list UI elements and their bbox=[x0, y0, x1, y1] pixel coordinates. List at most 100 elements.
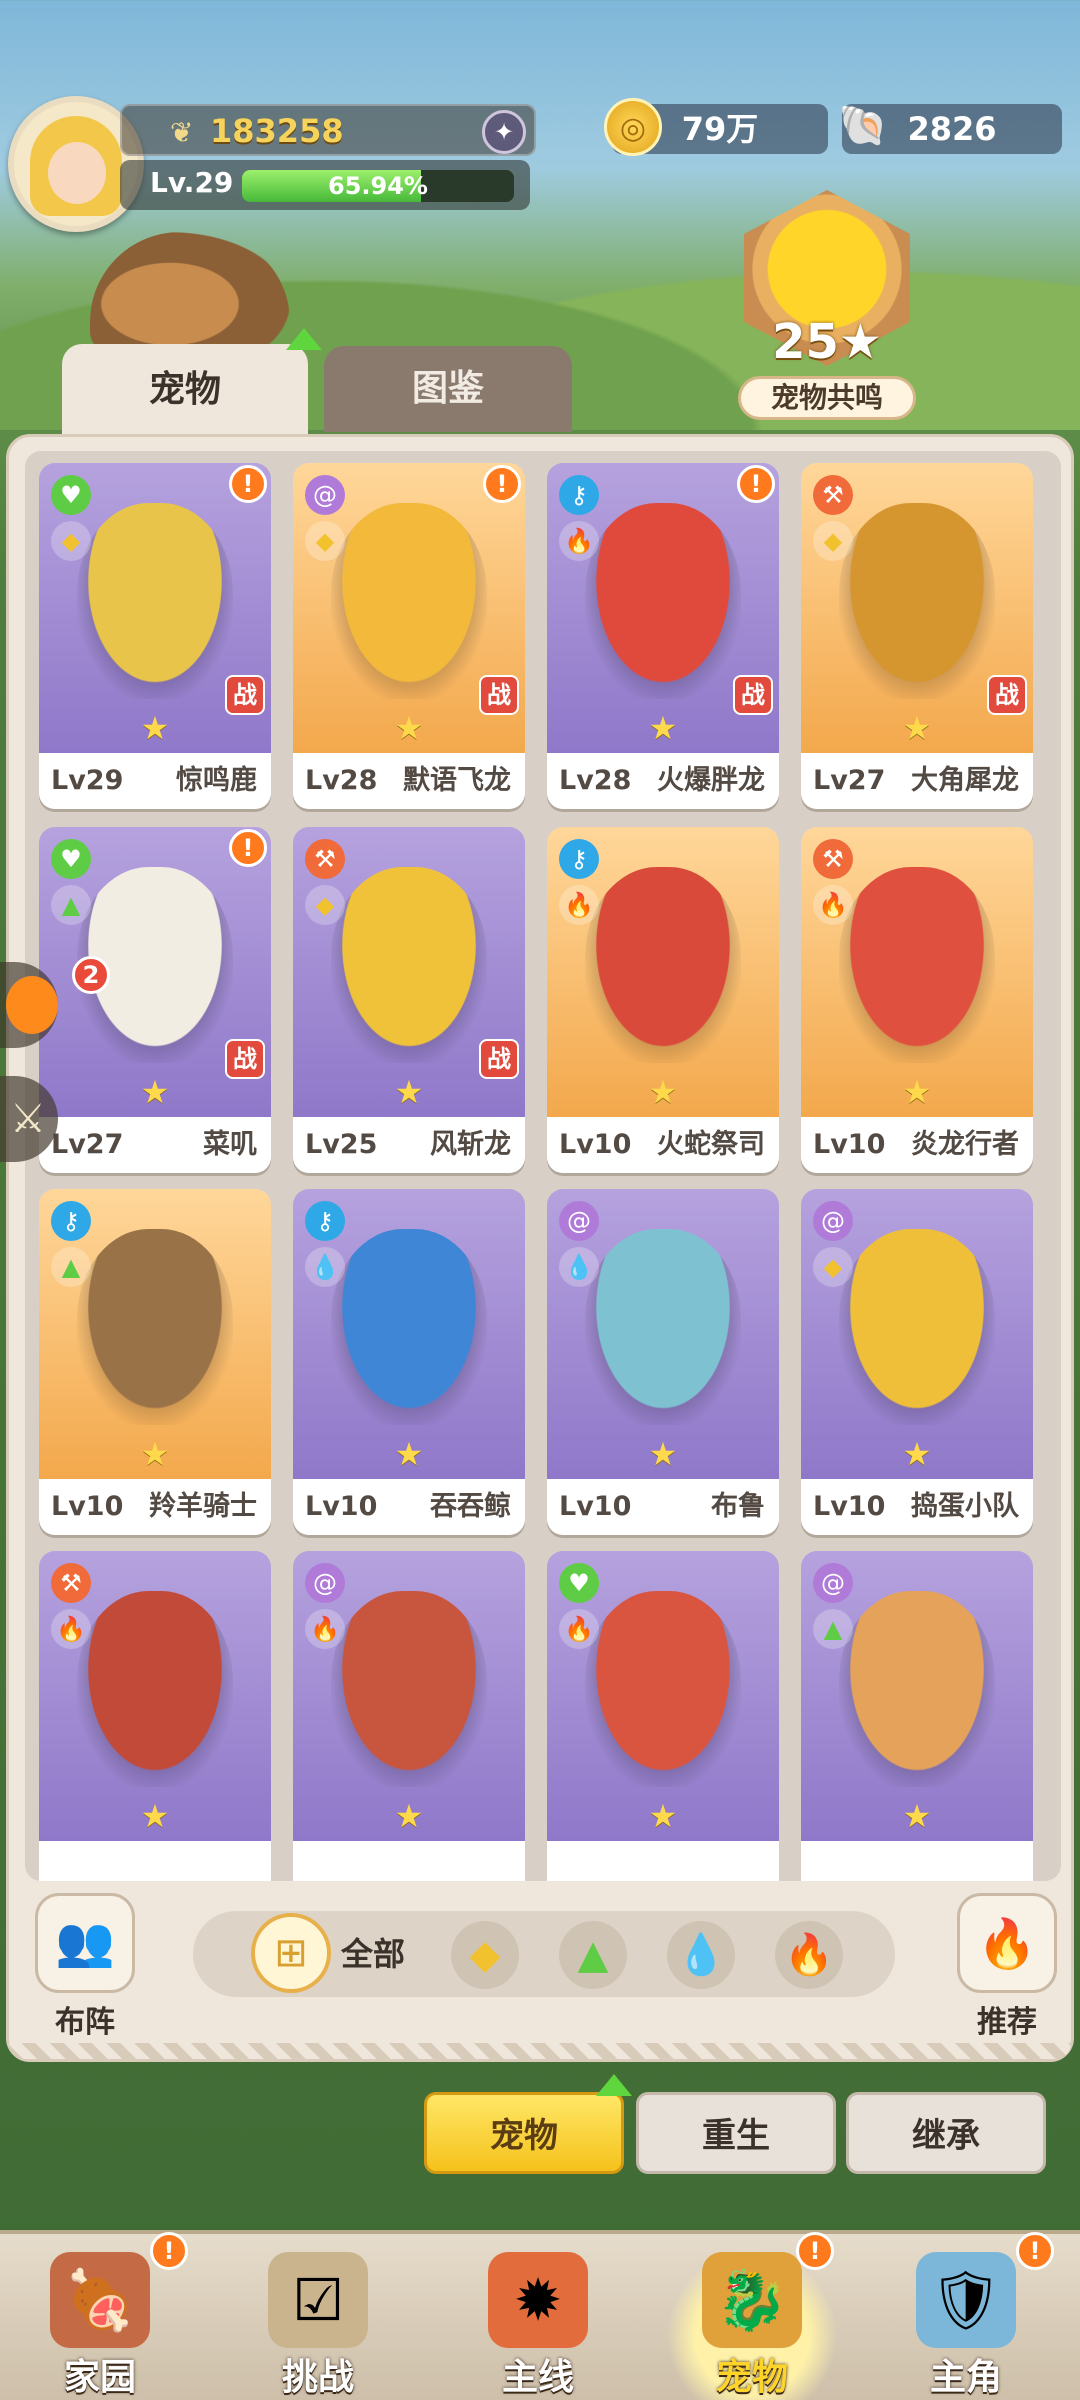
axe-class-icon: ⚒ bbox=[813, 839, 853, 879]
pet-card[interactable]: ⚷ 🔥 ★ Lv10 火蛇祭司 bbox=[547, 827, 779, 1173]
filter-fire-icon[interactable]: 🔥 bbox=[775, 1921, 843, 1989]
axe-class-icon: ⚒ bbox=[51, 1563, 91, 1603]
pet-name: 惊鸣鹿 bbox=[176, 765, 257, 796]
spiral-class-icon: @ bbox=[559, 1201, 599, 1241]
power-score: 183258 bbox=[210, 112, 344, 150]
gold-counter[interactable]: ◎ 79万 bbox=[604, 98, 828, 156]
pet-card[interactable]: ♥ ▲ ★ Lv27 菜叽 战! bbox=[39, 827, 271, 1173]
resonance-label: 宠物共鸣 bbox=[738, 376, 916, 420]
pet-card[interactable]: ⚒ 🔥 ★ bbox=[39, 1551, 271, 1881]
nav-pets[interactable]: 🐉 宠物 ! bbox=[652, 2232, 852, 2400]
pet-nameplate: Lv10 火蛇祭司 bbox=[547, 1117, 779, 1173]
heart-class-icon: ♥ bbox=[51, 475, 91, 515]
pet-level: Lv10 bbox=[559, 1491, 632, 1522]
pet-nameplate: Lv10 布鲁 bbox=[547, 1479, 779, 1535]
key-class-icon: ⚷ bbox=[305, 1201, 345, 1241]
star-icon: ★ bbox=[394, 1435, 424, 1473]
rock-element-icon: ◆ bbox=[51, 521, 91, 561]
water-element-icon: 💧 bbox=[559, 1247, 599, 1287]
nav-home[interactable]: 🍖 家园 ! bbox=[0, 2232, 200, 2400]
pet-creature-image bbox=[839, 1229, 995, 1425]
rock-element-icon: ◆ bbox=[305, 521, 345, 561]
nav-challenge[interactable]: ☑ 挑战 bbox=[218, 2234, 418, 2400]
event-icon bbox=[6, 976, 58, 1034]
pet-card[interactable]: ⚷ 🔥 ★ Lv28 火爆胖龙 战! bbox=[547, 463, 779, 809]
pet-card[interactable]: @ ◆ ★ Lv10 捣蛋小队 bbox=[801, 1189, 1033, 1535]
pet-creature-image bbox=[839, 1591, 995, 1787]
pet-name: 默语飞龙 bbox=[403, 765, 511, 796]
pet-action-button[interactable]: 宠物 bbox=[424, 2092, 624, 2174]
filter-water-icon[interactable]: 💧 bbox=[667, 1921, 735, 1989]
pet-card[interactable]: ⚷ ▲ ★ Lv10 羚羊骑士 bbox=[39, 1189, 271, 1535]
pet-card[interactable]: @ ◆ ★ Lv28 默语飞龙 战! bbox=[293, 463, 525, 809]
battle-badge-icon: 战 bbox=[479, 1039, 519, 1079]
pet-level: Lv10 bbox=[813, 1129, 886, 1160]
pet-card[interactable]: @ ▲ ★ bbox=[801, 1551, 1033, 1881]
element-filter-bar: ⊞ 全部 ◆ ▲ 💧 🔥 bbox=[193, 1911, 895, 1997]
pet-panel: ♥ ◆ ★ Lv29 惊鸣鹿战! @ ◆ ★ Lv28 默语飞龙战! ⚷ 🔥 ★ Lv28 火爆胖龙战! ⚒ ◆… bbox=[6, 434, 1074, 2062]
alert-icon: ! bbox=[483, 465, 521, 503]
rock-element-icon: ◆ bbox=[813, 1247, 853, 1287]
filter-all-label[interactable]: 全部 bbox=[341, 1911, 405, 1997]
formation-button[interactable]: 👥 bbox=[35, 1893, 135, 1993]
pet-card[interactable]: ⚒ 🔥 ★ Lv10 炎龙行者 bbox=[801, 827, 1033, 1173]
spiral-class-icon: @ bbox=[305, 475, 345, 515]
fire-element-icon: 🔥 bbox=[559, 1609, 599, 1649]
pet-creature-image bbox=[585, 503, 741, 699]
battle-badge-icon: 战 bbox=[479, 675, 519, 715]
pet-resonance-button[interactable]: 25★ 宠物共鸣 bbox=[738, 190, 916, 428]
pet-level: Lv29 bbox=[51, 765, 124, 796]
pet-grid[interactable]: ♥ ◆ ★ Lv29 惊鸣鹿战! @ ◆ ★ Lv28 默语飞龙战! ⚷ 🔥 ★ Lv28 火爆胖龙战! ⚒ ◆… bbox=[25, 451, 1061, 1881]
pet-nameplate bbox=[39, 1841, 271, 1881]
resonance-level: 25★ bbox=[772, 314, 882, 370]
fire-element-icon: 🔥 bbox=[813, 885, 853, 925]
star-icon: ★ bbox=[902, 1435, 932, 1473]
pet-card[interactable]: ♥ 🔥 ★ bbox=[547, 1551, 779, 1881]
pet-card[interactable]: ♥ ◆ ★ Lv29 惊鸣鹿 战! bbox=[39, 463, 271, 809]
nav-hero[interactable]: 🛡 主角 ! bbox=[866, 2232, 1066, 2400]
shell-value: 2826 bbox=[907, 110, 997, 148]
rebirth-button[interactable]: 重生 bbox=[636, 2092, 836, 2174]
alert-icon: ! bbox=[150, 2232, 188, 2270]
pet-name: 布鲁 bbox=[711, 1491, 765, 1522]
pet-name: 羚羊骑士 bbox=[149, 1491, 257, 1522]
leaf-element-icon: ▲ bbox=[51, 1247, 91, 1287]
recommend-label: 推荐 bbox=[977, 2005, 1037, 2040]
rank-badge-icon[interactable]: ✦ bbox=[482, 110, 526, 154]
panel-border-decoration bbox=[9, 2043, 1071, 2059]
exp-progress-track: 65.94% bbox=[242, 170, 514, 202]
star-icon: ★ bbox=[648, 1073, 678, 1111]
pet-card[interactable]: @ 🔥 ★ bbox=[293, 1551, 525, 1881]
power-icon: ❦ bbox=[170, 116, 194, 149]
pet-nameplate: Lv28 默语飞龙 bbox=[293, 753, 525, 809]
star-icon: ★ bbox=[394, 709, 424, 747]
pet-card[interactable]: ⚷ 💧 ★ Lv10 吞吞鲸 bbox=[293, 1189, 525, 1535]
star-icon: ★ bbox=[902, 1073, 932, 1111]
power-score-bar: ❦ 183258 ✦ bbox=[120, 104, 536, 156]
tab-pets[interactable]: 宠物 bbox=[62, 344, 308, 436]
pet-name: 风斩龙 bbox=[430, 1129, 511, 1160]
filter-all-icon[interactable]: ⊞ bbox=[251, 1913, 331, 1993]
spiral-class-icon: @ bbox=[305, 1563, 345, 1603]
battle-badge-icon: 战 bbox=[987, 675, 1027, 715]
bottom-navigation: 🍖 家园 ! ☑ 挑战 ✹ 主线 🐉 宠物 ! 🛡 主角 ! bbox=[0, 2230, 1080, 2400]
pet-card[interactable]: ⚒ ◆ ★ Lv27 大角犀龙 战 bbox=[801, 463, 1033, 809]
rock-element-icon: ◆ bbox=[305, 885, 345, 925]
pet-name: 吞吞鲸 bbox=[430, 1491, 511, 1522]
pet-creature-image bbox=[331, 1229, 487, 1425]
pet-icon: 🐉 bbox=[702, 2252, 802, 2348]
formation-icon: 👥 bbox=[55, 1914, 115, 1970]
shell-counter[interactable]: 🐚 2826 bbox=[838, 103, 1062, 154]
recommend-button[interactable]: 🔥 bbox=[957, 1893, 1057, 1993]
pet-level: Lv27 bbox=[51, 1129, 124, 1160]
pet-card[interactable]: @ 💧 ★ Lv10 布鲁 bbox=[547, 1189, 779, 1535]
tab-pokedex[interactable]: 图鉴 bbox=[324, 346, 572, 432]
inherit-button[interactable]: 继承 bbox=[846, 2092, 1046, 2174]
filter-rock-icon[interactable]: ◆ bbox=[451, 1921, 519, 1989]
star-icon: ★ bbox=[648, 1435, 678, 1473]
pet-creature-image bbox=[585, 867, 741, 1063]
filter-grass-icon[interactable]: ▲ bbox=[559, 1921, 627, 1989]
pet-nameplate bbox=[801, 1841, 1033, 1881]
pet-card[interactable]: ⚒ ◆ ★ Lv25 风斩龙 战 bbox=[293, 827, 525, 1173]
nav-mainline[interactable]: ✹ 主线 bbox=[438, 2234, 638, 2400]
